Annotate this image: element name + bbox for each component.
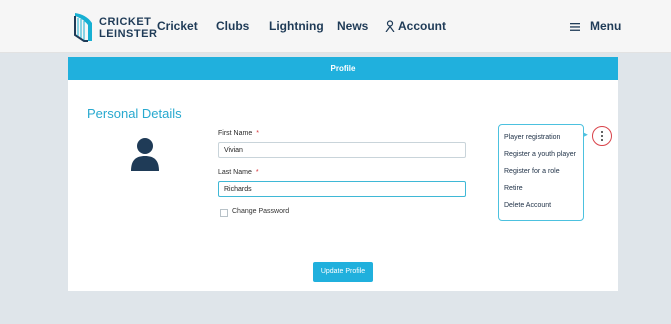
nav-menu-label: Menu [590, 19, 622, 33]
nav-account-label: Account [398, 19, 446, 33]
nav-cricket[interactable]: Cricket [157, 19, 198, 33]
last-name-input[interactable]: Richards [218, 181, 466, 197]
update-profile-button[interactable]: Update Profile [313, 262, 373, 282]
menu-item-delete-account[interactable]: Delete Account [504, 202, 551, 209]
change-password-label: Change Password [232, 208, 290, 215]
profile-header-bar: Profile [68, 57, 618, 80]
nav-menu-button[interactable]: Menu [570, 19, 621, 34]
cricket-leinster-logo[interactable]: CRICKET LEINSTER [72, 11, 157, 43]
first-name-label: First Name * [218, 130, 259, 137]
actions-dropdown-menu: Player registration Register a youth pla… [498, 124, 584, 221]
nav-clubs[interactable]: Clubs [216, 19, 249, 33]
harp-icon [74, 13, 92, 42]
menu-item-player-registration[interactable]: Player registration [504, 134, 560, 141]
avatar-placeholder-icon [131, 137, 159, 176]
nav-account[interactable]: Account [385, 19, 446, 33]
last-name-label: Last Name * [218, 169, 259, 176]
user-icon [385, 20, 395, 33]
menu-item-register-youth-player[interactable]: Register a youth player [504, 151, 576, 158]
nav-news[interactable]: News [337, 19, 368, 33]
menu-item-register-for-role[interactable]: Register for a role [504, 168, 560, 175]
section-title: Personal Details [87, 106, 182, 121]
more-options-kebab-icon[interactable] [592, 126, 612, 146]
menu-item-retire[interactable]: Retire [504, 185, 523, 192]
top-navigation: CRICKET LEINSTER Cricket Clubs Lightning… [0, 0, 671, 53]
dropdown-pointer-icon: ▶ [584, 132, 588, 138]
hamburger-icon [570, 20, 580, 34]
first-name-input[interactable]: Vivian [218, 142, 466, 158]
nav-lightning[interactable]: Lightning [269, 19, 324, 33]
change-password-checkbox[interactable] [220, 209, 228, 217]
logo-word-cricket: CRICKET [99, 16, 152, 28]
logo-word-leinster: LEINSTER [99, 28, 158, 40]
